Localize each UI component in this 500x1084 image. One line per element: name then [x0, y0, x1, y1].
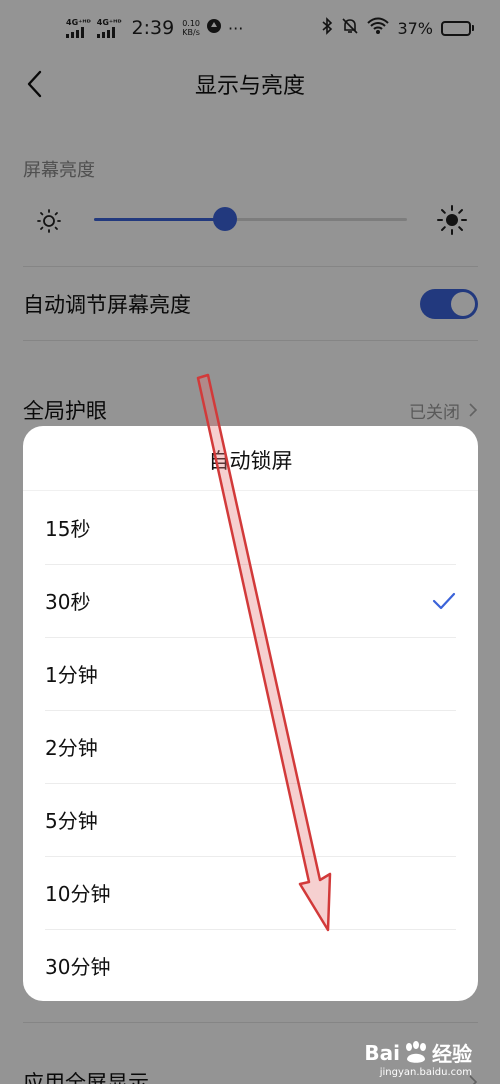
option-label: 1分钟 [45, 663, 98, 687]
dialog-title: 自动锁屏 [208, 449, 293, 473]
lock-option-1min[interactable]: 1分钟 [45, 637, 456, 710]
watermark-logo: Bai 经验 [364, 1038, 472, 1067]
checkmark-icon [432, 592, 456, 609]
option-label: 10分钟 [45, 882, 111, 906]
lock-option-30s[interactable]: 30秒 [45, 564, 456, 637]
option-label: 15秒 [45, 517, 91, 541]
option-label: 30秒 [45, 590, 91, 614]
lock-option-2min[interactable]: 2分钟 [45, 710, 456, 783]
watermark-url: jingyan.baidu.com [379, 1067, 472, 1078]
paw-icon [406, 1040, 426, 1063]
watermark-brand: Bai [364, 1040, 400, 1065]
option-label: 5分钟 [45, 809, 98, 833]
lock-option-10min[interactable]: 10分钟 [45, 856, 456, 929]
watermark-brand-suffix: 经验 [432, 1042, 472, 1066]
lock-option-30min[interactable]: 30分钟 [45, 929, 456, 1001]
lock-option-15s[interactable]: 15秒 [45, 491, 456, 564]
lock-option-5min[interactable]: 5分钟 [45, 783, 456, 856]
watermark: Bai 经验 jingyan.baidu.com [364, 1038, 472, 1078]
option-label: 30分钟 [45, 955, 111, 979]
option-label: 2分钟 [45, 736, 98, 760]
auto-lock-dialog: 自动锁屏 15秒 30秒 1分钟 2分钟 5分钟 10分钟 30分钟 [23, 426, 478, 1001]
